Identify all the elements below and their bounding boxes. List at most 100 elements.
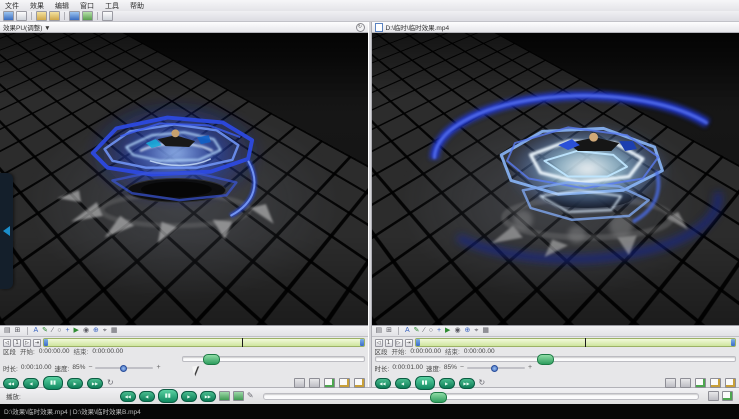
skip-end-button[interactable]: ▶▶: [87, 378, 103, 389]
menu-file[interactable]: 文件: [5, 1, 19, 11]
step-back-button[interactable]: ◀: [395, 378, 411, 389]
circle-tool-icon[interactable]: ○: [57, 326, 61, 336]
grid-icon[interactable]: ▤: [376, 326, 383, 336]
step-forward-button[interactable]: ▶: [67, 378, 83, 389]
left-range-bar[interactable]: [43, 338, 365, 347]
menu-tools[interactable]: 工具: [105, 1, 119, 11]
film-icon[interactable]: [680, 378, 691, 388]
tile-icon[interactable]: ▦: [482, 326, 489, 336]
playhead-tick[interactable]: [242, 338, 243, 347]
globe-icon[interactable]: ◉: [83, 326, 89, 336]
skip-end-button[interactable]: ▶▶: [459, 378, 475, 389]
film-icon[interactable]: [309, 378, 320, 388]
menu-effect[interactable]: 效果: [30, 1, 44, 11]
pause-button[interactable]: ▮▮: [415, 376, 435, 390]
speed-slider-thumb[interactable]: [120, 365, 127, 372]
zoom-icon[interactable]: ⌖: [474, 326, 478, 336]
text-tool-icon[interactable]: A: [405, 326, 410, 336]
export-frame-icon[interactable]: [725, 378, 736, 388]
camera-icon[interactable]: [294, 378, 305, 388]
tile-icon[interactable]: ▦: [111, 326, 118, 336]
speed-plus-button[interactable]: +: [528, 365, 532, 371]
play-tool-icon[interactable]: ▶: [445, 326, 450, 336]
camera-icon[interactable]: [665, 378, 676, 388]
main-toolbar: [0, 11, 739, 22]
target-icon[interactable]: ⊕: [465, 326, 471, 336]
line-tool-icon[interactable]: ∕: [52, 326, 53, 336]
refresh-icon[interactable]: ↻: [356, 23, 365, 32]
circle-tool-icon[interactable]: ○: [429, 326, 433, 336]
global-skip-end-button[interactable]: ▶▶: [200, 391, 216, 402]
right-pane-title[interactable]: D:\临时\临时效果.mp4: [386, 22, 450, 32]
left-seek-bar[interactable]: [182, 356, 364, 362]
save-as-icon[interactable]: [339, 378, 350, 388]
zoom-icon[interactable]: ⌖: [103, 326, 107, 336]
range-start-pin[interactable]: [44, 339, 48, 346]
toolbar-separator: [97, 12, 98, 20]
menu-window[interactable]: 窗口: [80, 1, 94, 11]
playhead-tick[interactable]: [585, 338, 586, 347]
text-tool-icon[interactable]: A: [34, 326, 39, 336]
range-end-pin[interactable]: [360, 339, 364, 346]
seek-thumb[interactable]: [537, 354, 554, 365]
loop-icon[interactable]: ↻: [479, 378, 486, 388]
export-frame-icon[interactable]: [354, 378, 365, 388]
menu-edit[interactable]: 编辑: [55, 1, 69, 11]
window-icon[interactable]: [16, 11, 27, 21]
speed-slider-thumb[interactable]: [491, 365, 498, 372]
left-viewport[interactable]: [0, 33, 368, 325]
grid-icon[interactable]: ▤: [4, 326, 11, 336]
save-icon[interactable]: [3, 11, 14, 21]
speed-slider[interactable]: [467, 367, 525, 369]
speed-minus-button[interactable]: −: [88, 365, 92, 371]
globe-icon[interactable]: ◉: [454, 326, 460, 336]
global-seek-thumb[interactable]: [430, 392, 447, 403]
folder-add-icon[interactable]: [49, 11, 60, 21]
range-start-pin[interactable]: [416, 339, 420, 346]
reset-view-icon[interactable]: ⊞: [15, 326, 21, 336]
step-back-button[interactable]: ◀: [23, 378, 39, 389]
left-pane-title[interactable]: 效果PU(调整) ▼: [3, 22, 51, 32]
right-viewport-toolbar: ▤ ⊞ A ✎ ∕ ○ + ▶ ◉ ⊕ ⌖ ▦: [372, 325, 739, 336]
global-step-forward-button[interactable]: ▶: [181, 391, 197, 402]
layers-icon[interactable]: [82, 11, 93, 21]
seek-thumb[interactable]: [203, 354, 220, 365]
folder-open-icon[interactable]: [36, 11, 47, 21]
skip-start-button[interactable]: ◀◀: [375, 378, 391, 389]
save-frame-icon[interactable]: [324, 378, 335, 388]
save-frame-icon[interactable]: [695, 378, 706, 388]
play-tool-icon[interactable]: ▶: [74, 326, 79, 336]
camera-icon[interactable]: [708, 391, 719, 401]
menu-help[interactable]: 帮助: [130, 1, 144, 11]
loop-icon[interactable]: [219, 391, 230, 401]
export-icon[interactable]: [102, 11, 113, 21]
target-icon[interactable]: ⊕: [93, 326, 99, 336]
global-skip-start-button[interactable]: ◀◀: [120, 391, 136, 402]
right-viewport[interactable]: [372, 33, 739, 325]
film-icon[interactable]: [233, 391, 244, 401]
speed-plus-button[interactable]: +: [156, 365, 160, 371]
loop-icon[interactable]: ↻: [107, 378, 114, 388]
skip-start-button[interactable]: ◀◀: [3, 378, 19, 389]
add-node-icon[interactable]: +: [437, 326, 441, 336]
pencil-icon[interactable]: ✎: [42, 326, 48, 336]
line-tool-icon[interactable]: ∕: [424, 326, 425, 336]
global-pause-button[interactable]: ▮▮: [158, 389, 178, 403]
global-seek-bar[interactable]: [263, 393, 699, 400]
right-seek-bar[interactable]: [375, 356, 737, 362]
add-node-icon[interactable]: +: [65, 326, 69, 336]
images-icon[interactable]: [69, 11, 80, 21]
global-step-back-button[interactable]: ◀: [139, 391, 155, 402]
brush-icon[interactable]: ✎: [247, 391, 254, 401]
export-doc-icon[interactable]: [722, 391, 733, 401]
range-end-pin[interactable]: [731, 339, 735, 346]
speed-slider[interactable]: [95, 367, 153, 369]
step-forward-button[interactable]: ▶: [439, 378, 455, 389]
pencil-icon[interactable]: ✎: [414, 326, 420, 336]
side-drawer-handle[interactable]: [0, 173, 13, 289]
speed-minus-button[interactable]: −: [460, 365, 464, 371]
right-range-bar[interactable]: [415, 338, 737, 347]
reset-view-icon[interactable]: ⊞: [386, 326, 392, 336]
save-as-icon[interactable]: [710, 378, 721, 388]
pause-button[interactable]: ▮▮: [43, 376, 63, 390]
